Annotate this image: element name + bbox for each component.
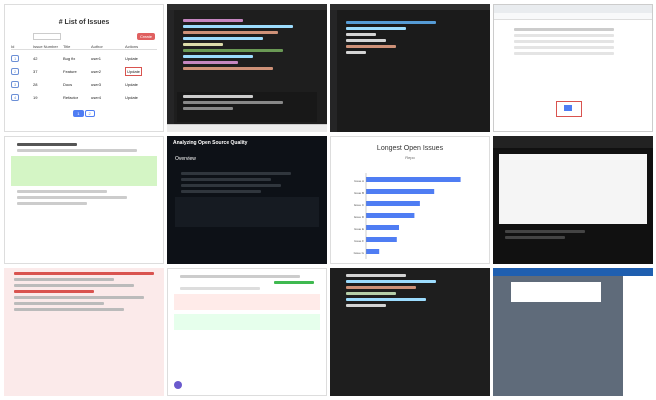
row-id[interactable]: 4 [11,94,20,101]
row-number: 19 [33,95,38,100]
readme-section: Overview [175,156,196,162]
highlight-box [556,101,582,117]
bar-label: Issue F [354,239,364,243]
code-lines [177,16,317,73]
modal-dialog[interactable] [511,282,601,302]
chart-subtitle: Repo [405,155,415,160]
bar-chart: Issue A Issue B Issue C Issue D Issue E Issue… [354,173,461,259]
bar-label: Issue A [354,179,364,183]
taskbar[interactable] [167,124,327,132]
bar-label: Issue E [354,227,364,231]
header-title: Title [63,44,71,49]
tile-issues-list: # List of Issues Create Id Issue Number … [4,4,164,132]
row-number: 28 [33,82,38,87]
diff-added [174,314,320,330]
title-bar [167,4,327,10]
issues-table-body: 1 42 Bug fix user1 Update 2 37 Feature u… [5,54,163,102]
screenshot-collage: # List of Issues Create Id Issue Number … [0,0,656,400]
bar [366,249,380,254]
row-action[interactable]: Update [125,82,138,87]
bar [366,177,461,182]
bar [366,213,415,218]
app-header [493,268,653,276]
site-header [493,136,653,148]
row-author: user2 [91,69,102,74]
pagination: 1 2 [5,110,163,117]
table-row: 4 19 Refactor user4 Update [11,93,157,102]
row-title: Docs [63,82,73,87]
header-author: Author [91,44,103,49]
row-title: Bug fix [63,56,76,61]
bar [366,201,420,206]
table-row: 3 28 Docs user3 Update [11,80,157,89]
address-bar[interactable] [494,13,652,20]
terminal-panel[interactable] [177,92,317,122]
issues-title: # List of Issues [58,19,110,26]
header-id: Id [11,44,15,49]
bar-label: Issue C [354,203,365,207]
tile-longest-open-issues-chart: Longest Open Issues Repo Issue A Issue BI… [330,136,490,264]
table-row: 2 37 Feature user2 Update [11,67,157,76]
tile-test-log [4,268,164,396]
header-actions: Actions [125,44,139,49]
row-id[interactable]: 3 [11,81,20,88]
bar-label: Issue G [354,251,365,255]
table-row: 1 42 Bug fix user1 Update [11,54,157,63]
bar [366,237,397,242]
site-diagram [499,154,647,224]
row-id[interactable]: 1 [11,55,20,62]
diff-removed [174,294,320,310]
chart-title: Longest Open Issues [376,145,444,152]
row-title: Refactor [63,95,79,100]
row-number: 42 [33,56,38,61]
tile-vscode-editor-2 [330,4,490,132]
page-1-button[interactable]: 1 [73,110,84,117]
tile-vscode-editor [167,4,327,132]
row-action[interactable]: Update [125,95,138,100]
tile-github-readme: Analyzing Open Source Quality Overview [167,136,327,264]
tile-dark-site [493,136,653,264]
diff-added [11,156,157,186]
tile-dialog [493,268,653,396]
row-author: user3 [91,82,102,87]
tile-code-review [4,136,164,264]
bar [366,189,435,194]
activity-bar[interactable] [330,10,337,132]
readme-title: Analyzing Open Source Quality [173,140,248,146]
row-action-highlighted[interactable]: Update [125,67,142,76]
row-id[interactable]: 2 [11,68,20,75]
browser-tab-bar[interactable] [494,5,652,13]
create-issue-button[interactable]: Create [136,33,155,40]
bar-label: Issue B [354,191,364,195]
side-panel [623,276,653,396]
search-input[interactable] [33,33,61,40]
row-author: user1 [91,56,102,61]
bar [366,225,399,230]
issues-table-header: Id Issue Number Title Author Actions [11,44,157,50]
tile-pull-request [167,268,327,396]
row-action[interactable]: Update [125,56,138,61]
activity-bar[interactable] [167,10,174,125]
code-block [175,197,319,227]
page-2-button[interactable]: 2 [84,110,95,117]
row-title: Feature [63,69,77,74]
bar-label: Issue D [354,215,365,219]
header-issue-number: Issue Number [33,44,58,49]
tile-vscode-json [330,268,490,396]
tile-browser-table [493,4,653,132]
row-author: user4 [91,95,102,100]
avatar[interactable] [174,381,182,389]
row-number: 37 [33,69,38,74]
